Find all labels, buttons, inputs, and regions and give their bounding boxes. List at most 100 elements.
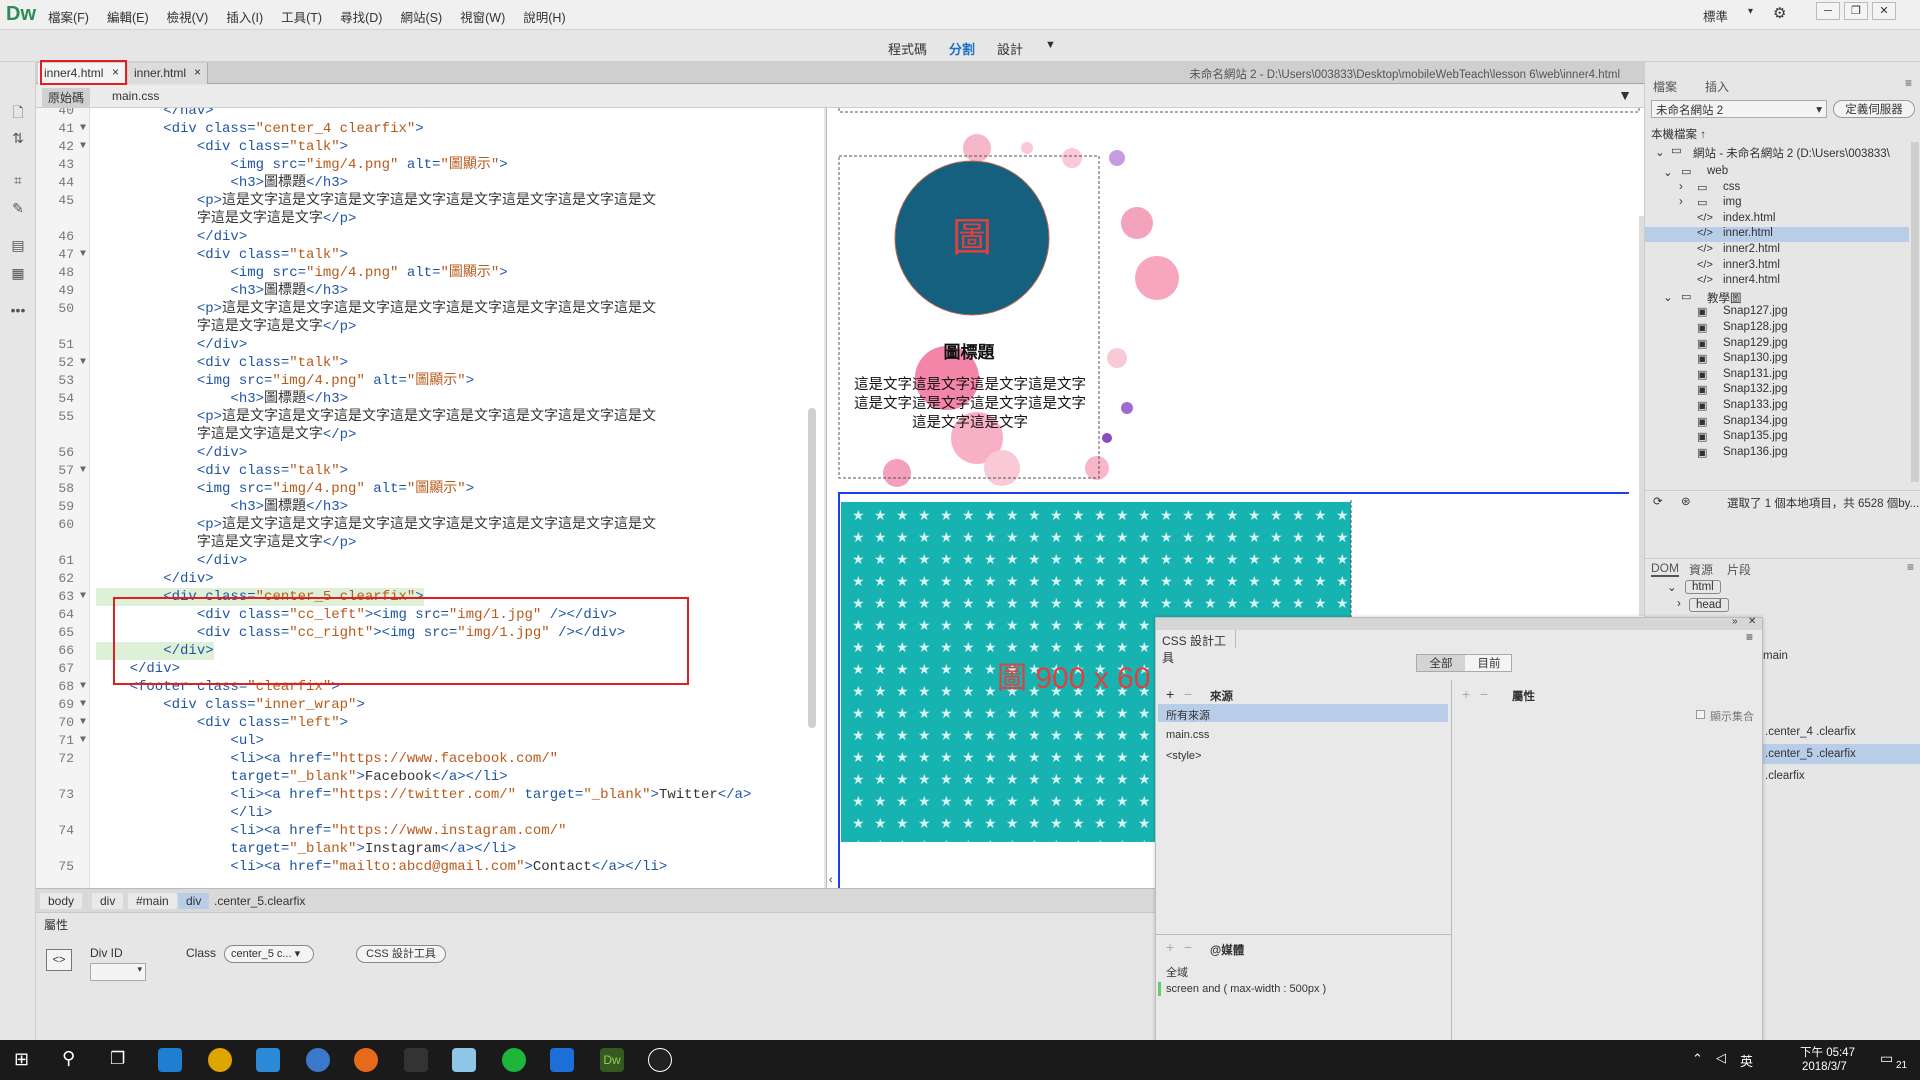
- minimize-button[interactable]: ─: [1816, 2, 1840, 20]
- class-select[interactable]: center_5 c... ▾: [224, 945, 314, 963]
- chevron-down-icon[interactable]: ⌄: [1663, 165, 1673, 179]
- code-line[interactable]: 54 <h3>圖標題</h3>: [36, 390, 806, 408]
- code-line[interactable]: 72 <li><a href="https://www.facebook.com…: [36, 750, 806, 768]
- terminal-icon[interactable]: [404, 1048, 428, 1072]
- dom-center4[interactable]: .center_4 .clearfix: [1765, 726, 1856, 738]
- crumb-main[interactable]: #main: [128, 893, 177, 909]
- dom-main[interactable]: main: [1763, 650, 1788, 662]
- code-line[interactable]: target="_blank">Facebook</a></li>: [36, 768, 806, 786]
- code-line[interactable]: 70 ▼ <div class="left">: [36, 714, 806, 732]
- workspace-switcher[interactable]: 標準: [1703, 6, 1728, 25]
- fold-toggle-icon[interactable]: ▼: [80, 732, 86, 750]
- globe-icon[interactable]: [306, 1048, 330, 1072]
- notepad-icon[interactable]: [452, 1048, 476, 1072]
- source-style[interactable]: <style>: [1166, 750, 1201, 762]
- code-line[interactable]: 59 <h3>圖標題</h3>: [36, 498, 806, 516]
- fold-toggle-icon[interactable]: ▼: [80, 588, 86, 606]
- connect-icon[interactable]: ⊛: [1681, 494, 1691, 508]
- source-all[interactable]: 所有來源: [1166, 707, 1210, 723]
- fold-toggle-icon[interactable]: ▼: [80, 696, 86, 714]
- code-line[interactable]: </li>: [36, 804, 806, 822]
- define-server-button[interactable]: 定義伺服器: [1833, 100, 1915, 118]
- panel-menu-icon[interactable]: ≡: [1907, 560, 1914, 574]
- chevron-down-icon[interactable]: ▼: [1045, 39, 1056, 58]
- format-icon[interactable]: ▦: [8, 265, 28, 281]
- code-line[interactable]: 47 ▼ <div class="talk">: [36, 246, 806, 264]
- crumb-div-selected[interactable]: div: [178, 893, 210, 909]
- code-line[interactable]: 61 </div>: [36, 552, 806, 570]
- dom-center5[interactable]: .center_5 .clearfix: [1765, 748, 1856, 760]
- file-tree-item[interactable]: › ▭ img: [1645, 196, 1909, 211]
- code-line[interactable]: 50 <p>這是文字這是文字這是文字這是文字這是文字這是文字這是文字這是文: [36, 300, 806, 318]
- code-line[interactable]: 42 ▼ <div class="talk">: [36, 138, 806, 156]
- code-line[interactable]: 57 ▼ <div class="talk">: [36, 462, 806, 480]
- files-scrollbar[interactable]: [1911, 142, 1919, 482]
- edge-icon[interactable]: [158, 1048, 182, 1072]
- show-set-checkbox[interactable]: [1696, 710, 1705, 719]
- site-root[interactable]: 網站 - 未命名網站 2 (D:\Users\003833\: [1693, 145, 1890, 161]
- collapse-icon[interactable]: »: [1732, 616, 1738, 627]
- restore-button[interactable]: ❐: [1844, 2, 1868, 20]
- file-tree-item[interactable]: ▣ Snap134.jpg: [1645, 415, 1909, 430]
- ime-indicator[interactable]: 英: [1740, 1051, 1753, 1070]
- menu-window[interactable]: 視窗(W): [460, 7, 505, 26]
- tab-assets[interactable]: 資源: [1689, 561, 1713, 578]
- local-files-header[interactable]: 本機檔案 ↑: [1651, 126, 1706, 142]
- fold-toggle-icon[interactable]: ▼: [80, 120, 86, 138]
- chevron-right-icon[interactable]: ›: [1677, 598, 1681, 610]
- fold-toggle-icon[interactable]: ▼: [80, 714, 86, 732]
- code-line[interactable]: 44 <h3>圖標題</h3>: [36, 174, 806, 192]
- clock-date[interactable]: 2018/3/7: [1802, 1061, 1847, 1073]
- code-view-button[interactable]: 程式碼: [888, 39, 927, 58]
- chevron-down-icon[interactable]: ⌄: [1655, 145, 1665, 159]
- menu-help[interactable]: 說明(H): [523, 7, 565, 26]
- code-line[interactable]: 49 <h3>圖標題</h3>: [36, 282, 806, 300]
- menu-site[interactable]: 網站(S): [400, 7, 442, 26]
- code-line[interactable]: 73 <li><a href="https://twitter.com/" ta…: [36, 786, 806, 804]
- code-line[interactable]: 字這是文字這是文字</p>: [36, 426, 806, 444]
- file-tree-item[interactable]: ▣ Snap131.jpg: [1645, 368, 1909, 383]
- code-line[interactable]: 53 <img src="img/4.png" alt="圖顯示">: [36, 372, 806, 390]
- filter-icon[interactable]: ▼: [1618, 87, 1632, 103]
- menu-find[interactable]: 尋找(D): [340, 7, 382, 26]
- brush-icon[interactable]: ✎: [8, 200, 28, 216]
- search-icon[interactable]: ⚲: [62, 1048, 75, 1069]
- file-tree-item[interactable]: ▣ Snap127.jpg: [1645, 305, 1909, 320]
- remove-property-button[interactable]: −: [1480, 686, 1488, 702]
- menu-edit[interactable]: 編輯(E): [107, 7, 149, 26]
- file-tree-item[interactable]: ▣ Snap136.jpg: [1645, 446, 1909, 461]
- notification-icon[interactable]: ▭: [1880, 1050, 1893, 1067]
- file-tree-item[interactable]: ▣ Snap129.jpg: [1645, 337, 1909, 352]
- divid-select[interactable]: ▾: [90, 963, 146, 981]
- chevron-down-icon[interactable]: ⌄: [1663, 290, 1673, 304]
- fold-toggle-icon[interactable]: ▼: [80, 354, 86, 372]
- app-icon[interactable]: [256, 1048, 280, 1072]
- code-scrollbar[interactable]: [808, 408, 816, 728]
- panel-menu-icon[interactable]: ≡: [1746, 630, 1753, 644]
- code-line[interactable]: target="_blank">Instagram</a></li>: [36, 840, 806, 858]
- code-line[interactable]: 字這是文字這是文字</p>: [36, 318, 806, 336]
- file-tree-item[interactable]: </> inner3.html: [1645, 259, 1909, 274]
- close-icon[interactable]: ×: [194, 65, 201, 79]
- fold-toggle-icon[interactable]: ▼: [80, 246, 86, 264]
- close-window-button[interactable]: ✕: [1872, 2, 1896, 20]
- chevron-right-icon[interactable]: ›: [1679, 181, 1683, 193]
- code-line[interactable]: 62 </div>: [36, 570, 806, 588]
- more-icon[interactable]: •••: [8, 302, 28, 318]
- code-line[interactable]: 55 <p>這是文字這是文字這是文字這是文字這是文字這是文字這是文字這是文: [36, 408, 806, 426]
- media-query[interactable]: screen and ( max-width : 500px ): [1166, 983, 1326, 995]
- fold-toggle-icon[interactable]: ▼: [80, 462, 86, 480]
- code-line[interactable]: 43 <img src="img/4.png" alt="圖顯示">: [36, 156, 806, 174]
- current-button[interactable]: 目前: [1465, 655, 1513, 671]
- code-line[interactable]: 71 ▼ <ul>: [36, 732, 806, 750]
- file-tree-item[interactable]: ▣ Snap133.jpg: [1645, 399, 1909, 414]
- site-select[interactable]: 未命名網站 2 ▾: [1651, 100, 1827, 118]
- close-icon[interactable]: ✕: [1748, 616, 1756, 627]
- menu-file[interactable]: 檔案(F): [48, 7, 89, 26]
- remove-source-button[interactable]: −: [1184, 686, 1192, 702]
- file-tree-item[interactable]: </> index.html: [1645, 212, 1909, 227]
- code-line[interactable]: 52 ▼ <div class="talk">: [36, 354, 806, 372]
- maps-icon[interactable]: [550, 1048, 574, 1072]
- code-line[interactable]: 40 </nav>: [36, 108, 806, 120]
- firefox-icon[interactable]: [354, 1048, 378, 1072]
